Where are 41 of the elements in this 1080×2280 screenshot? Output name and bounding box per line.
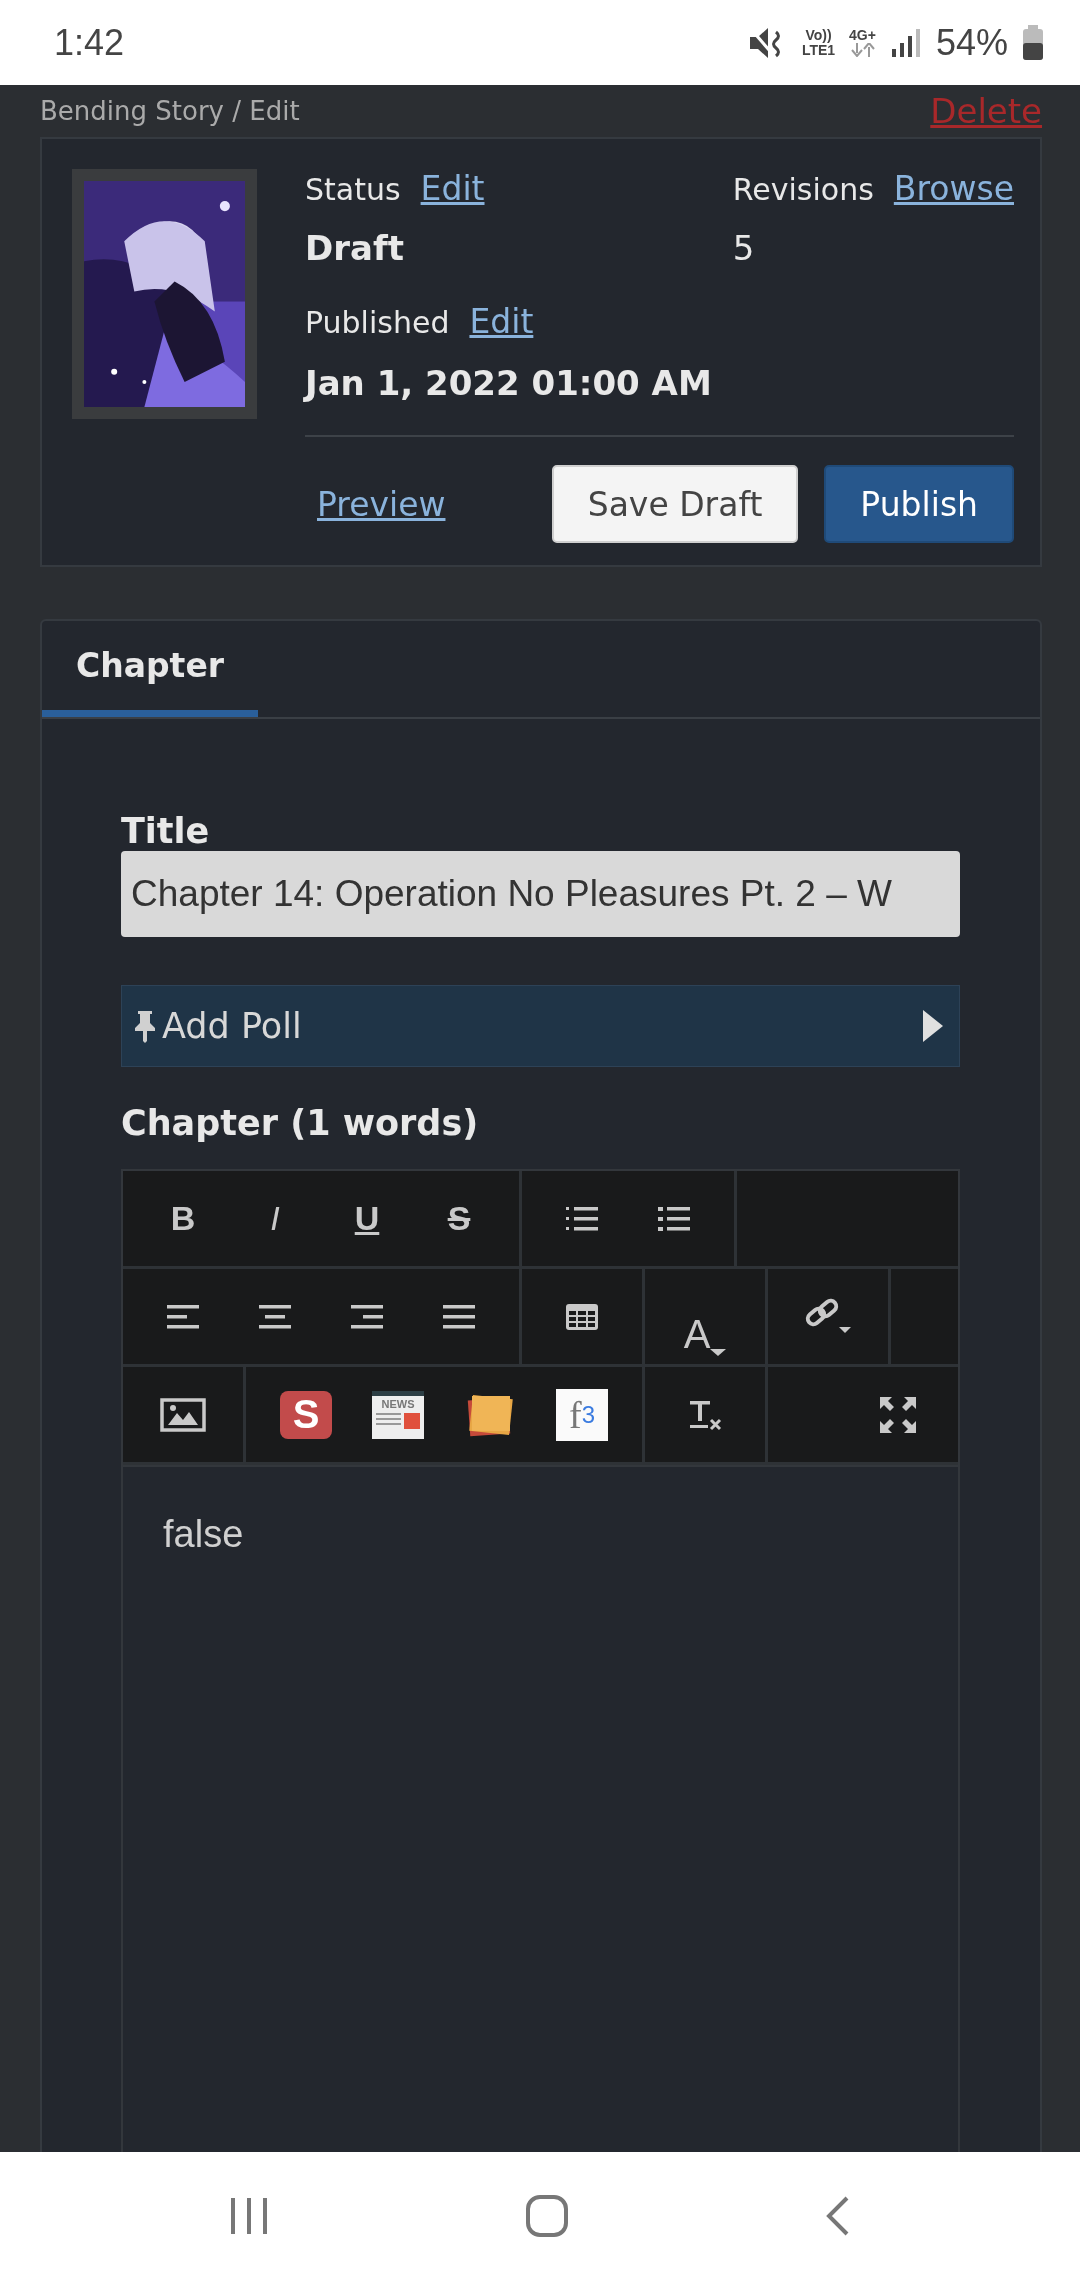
italic-button[interactable]: I xyxy=(229,1178,321,1259)
data-arrows-icon xyxy=(849,43,876,57)
battery-percentage: 54% xyxy=(935,21,1008,64)
published-label: Published xyxy=(305,305,450,340)
preview-link[interactable]: Preview xyxy=(317,484,446,524)
font-color-button[interactable]: A xyxy=(659,1276,751,1357)
title-field[interactable]: Chapter 14: Operation No Pleasures Pt. 2 – W xyxy=(121,851,960,937)
published-date: Jan 1, 2022 01:00 AM xyxy=(305,363,712,403)
revisions-label: Revisions xyxy=(732,172,874,207)
pin-icon xyxy=(134,1009,156,1043)
image-icon xyxy=(160,1397,206,1432)
save-draft-button[interactable]: Save Draft xyxy=(551,465,799,543)
news-button[interactable]: NEWS xyxy=(352,1374,444,1455)
expand-arrow-icon xyxy=(921,1008,945,1044)
battery-icon xyxy=(1022,24,1044,61)
underline-button[interactable]: U xyxy=(321,1178,413,1259)
bold-button[interactable]: B xyxy=(137,1178,229,1259)
status-value: Draft xyxy=(305,228,404,268)
formula-button[interactable]: f$^{3}$ xyxy=(536,1374,628,1455)
chapter-tab[interactable]: Chapter xyxy=(42,621,259,717)
edit-published-link[interactable]: Edit xyxy=(469,302,534,341)
network-label: 4G+ xyxy=(849,28,876,43)
strikethrough-button[interactable]: S xyxy=(413,1178,505,1259)
browse-link[interactable]: Browse xyxy=(893,169,1014,208)
add-poll-bar[interactable]: Add Poll xyxy=(121,985,960,1067)
edit-status-link[interactable]: Edit xyxy=(420,169,485,208)
clock: 1:42 xyxy=(54,21,126,64)
title-label: Title xyxy=(121,811,210,851)
fullscreen-icon xyxy=(878,1394,918,1435)
signal-icon xyxy=(889,26,922,59)
table-icon xyxy=(564,1301,600,1332)
revisions-count: 5 xyxy=(732,228,755,268)
volte-label: Vo)) xyxy=(805,27,832,43)
home-icon[interactable] xyxy=(525,2194,569,2238)
breadcrumb: Bending Story / Edit xyxy=(40,96,300,126)
caret-icon xyxy=(710,1346,727,1357)
lte-label: LTE1 xyxy=(801,42,836,58)
publish-button[interactable]: Publish xyxy=(824,465,1014,543)
s-app-button[interactable]: S xyxy=(260,1374,352,1455)
chapter-label: Chapter (1 words) xyxy=(121,1103,479,1143)
status-label: Status xyxy=(305,172,401,207)
